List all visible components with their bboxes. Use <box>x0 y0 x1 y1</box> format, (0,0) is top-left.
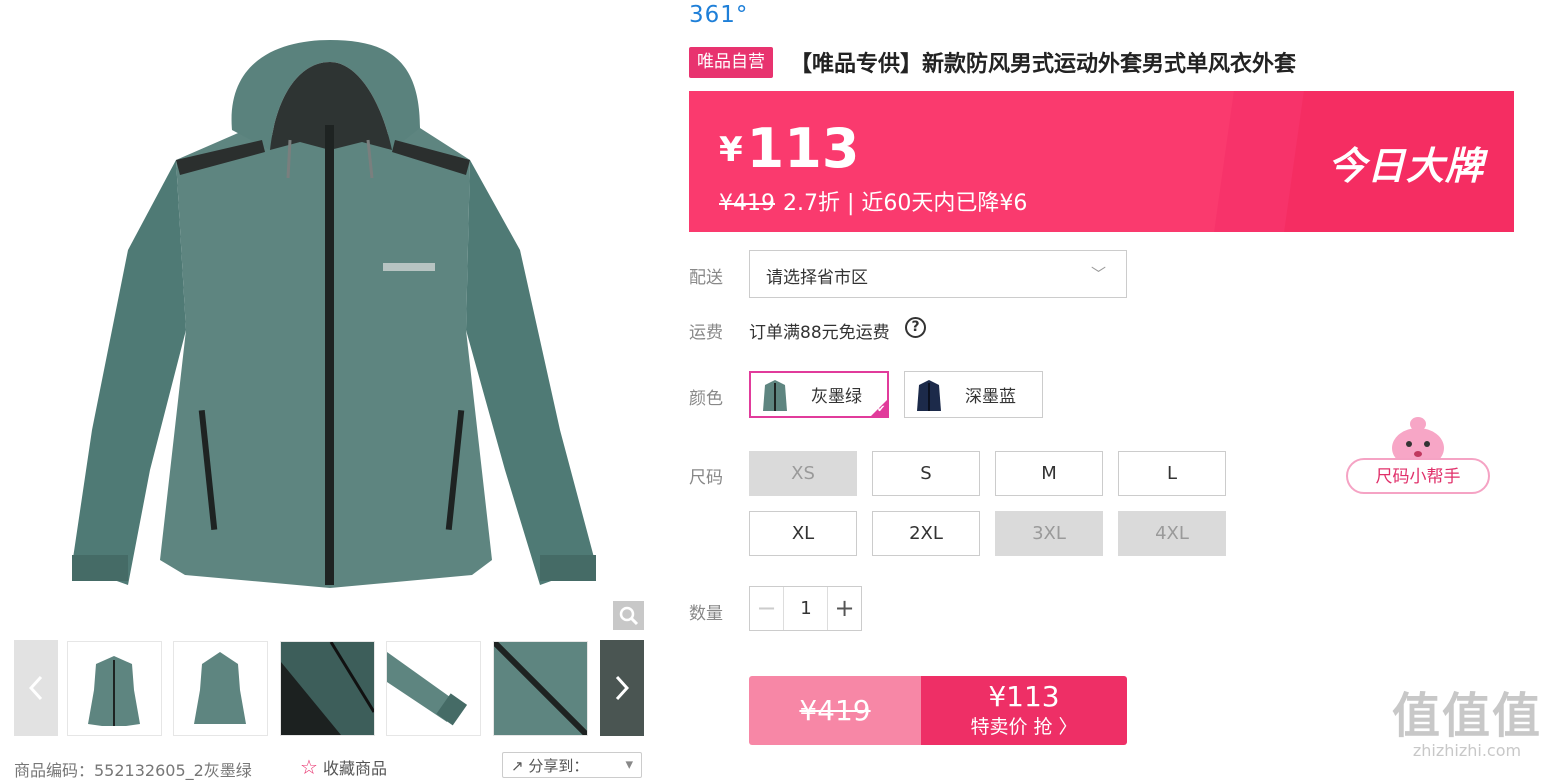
price-banner: ¥113 ¥419 2.7折 | 近60天内已降¥6 今日大牌 <box>689 91 1514 232</box>
price-subline: ¥419 2.7折 | 近60天内已降¥6 <box>719 185 1027 217</box>
help-icon[interactable]: ? <box>905 317 926 338</box>
share-dropdown[interactable]: ↗ 分享到： ▾ <box>502 752 642 778</box>
size-option-s[interactable]: S <box>872 451 980 496</box>
buy-original-price: ¥419 <box>799 694 871 727</box>
size-option-l[interactable]: L <box>1118 451 1226 496</box>
buy-price: ¥113 <box>988 680 1060 713</box>
quantity-decrease-button[interactable]: − <box>750 587 784 630</box>
zoom-button[interactable] <box>613 601 644 630</box>
discount-note: 2.7折 | 近60天内已降¥6 <box>783 191 1028 216</box>
size-option-m[interactable]: M <box>995 451 1103 496</box>
chevron-down-icon: ﹀ <box>1090 265 1106 283</box>
thumb-detail-3-image <box>494 642 587 735</box>
thumb-back-image <box>174 642 267 735</box>
color-option-grey-green[interactable]: 灰墨绿 ✔ <box>749 371 889 418</box>
thumbnail-back[interactable] <box>173 641 268 736</box>
size-helper-button[interactable]: 尺码小帮手 <box>1346 414 1492 496</box>
thumb-detail-1-image <box>281 642 374 735</box>
color-swatch-image <box>755 374 795 415</box>
thumbnail-detail-3[interactable] <box>493 641 588 736</box>
size-option-2xl[interactable]: 2XL <box>872 511 980 556</box>
today-brand-label: 今日大牌 <box>1327 144 1484 188</box>
site-watermark: 值值值 zhizhizhi.com <box>1392 690 1542 760</box>
chevron-left-icon <box>29 675 43 701</box>
shipping-text: 订单满88元免运费 <box>749 323 890 343</box>
self-operated-badge: 唯品自营 <box>689 47 773 78</box>
thumb-detail-2-image <box>387 642 480 735</box>
watermark-logo: 值值值 <box>1392 688 1543 744</box>
size-option-3xl[interactable]: 3XL <box>995 511 1103 556</box>
share-label: 分享到： <box>528 757 589 775</box>
quantity-value[interactable]: 1 <box>784 587 828 630</box>
delivery-label: 配送 <box>689 268 723 288</box>
thumbnail-detail-2[interactable] <box>386 641 481 736</box>
share-icon: ↗ <box>511 757 524 775</box>
favorite-link[interactable]: ☆ 收藏商品 <box>300 755 387 779</box>
selected-check-icon: ✔ <box>869 398 889 418</box>
thumbnail-front[interactable] <box>67 641 162 736</box>
size-option-4xl[interactable]: 4XL <box>1118 511 1226 556</box>
product-code: 商品编码：552132605_2灰墨绿 <box>14 761 252 780</box>
thumb-next-button[interactable] <box>600 640 644 736</box>
brand-link[interactable]: 361° <box>689 2 748 28</box>
buy-now-button[interactable]: ¥419 ¥113 特卖价 抢 〉 <box>749 676 1127 745</box>
size-option-xl[interactable]: XL <box>749 511 857 556</box>
size-option-xs[interactable]: XS <box>749 451 857 496</box>
favorite-label: 收藏商品 <box>323 759 388 778</box>
region-select-placeholder: 请选择省市区 <box>766 268 868 288</box>
current-price-value: 113 <box>746 117 860 180</box>
color-option-label: 深墨蓝 <box>965 387 1016 407</box>
color-swatch-image <box>909 374 949 415</box>
jacket-illustration <box>72 40 596 588</box>
quantity-stepper: − 1 + <box>749 586 862 631</box>
currency-symbol: ¥ <box>719 130 743 170</box>
region-select[interactable]: 请选择省市区 ﹀ <box>749 250 1127 298</box>
thumb-front-image <box>68 642 161 735</box>
buy-original-price-panel: ¥419 <box>749 676 921 745</box>
product-title: 【唯品专供】新款防风男式运动外套男式单风衣外套 <box>790 52 1297 77</box>
buy-price-panel: ¥113 特卖价 抢 〉 <box>921 676 1127 745</box>
thumb-prev-button[interactable] <box>14 640 58 736</box>
size-helper-label: 尺码小帮手 <box>1346 458 1490 494</box>
chevron-right-icon <box>615 675 629 701</box>
magnifier-icon <box>619 606 638 625</box>
quantity-label: 数量 <box>689 604 723 624</box>
thumbnail-detail-1[interactable] <box>280 641 375 736</box>
star-icon: ☆ <box>300 755 318 779</box>
color-option-label: 灰墨绿 <box>811 387 862 407</box>
buy-action-label: 特卖价 抢 〉 <box>970 716 1078 738</box>
current-price: ¥113 <box>719 117 859 180</box>
watermark-url: zhizhizhi.com <box>1412 741 1522 760</box>
product-main-image[interactable] <box>0 0 650 636</box>
color-option-navy[interactable]: 深墨蓝 <box>904 371 1043 418</box>
chevron-down-icon: ▾ <box>625 755 633 773</box>
size-label: 尺码 <box>689 468 723 488</box>
color-label: 颜色 <box>689 389 723 409</box>
original-price: ¥419 <box>719 191 775 216</box>
shipping-label: 运费 <box>689 323 723 343</box>
quantity-increase-button[interactable]: + <box>827 587 861 630</box>
